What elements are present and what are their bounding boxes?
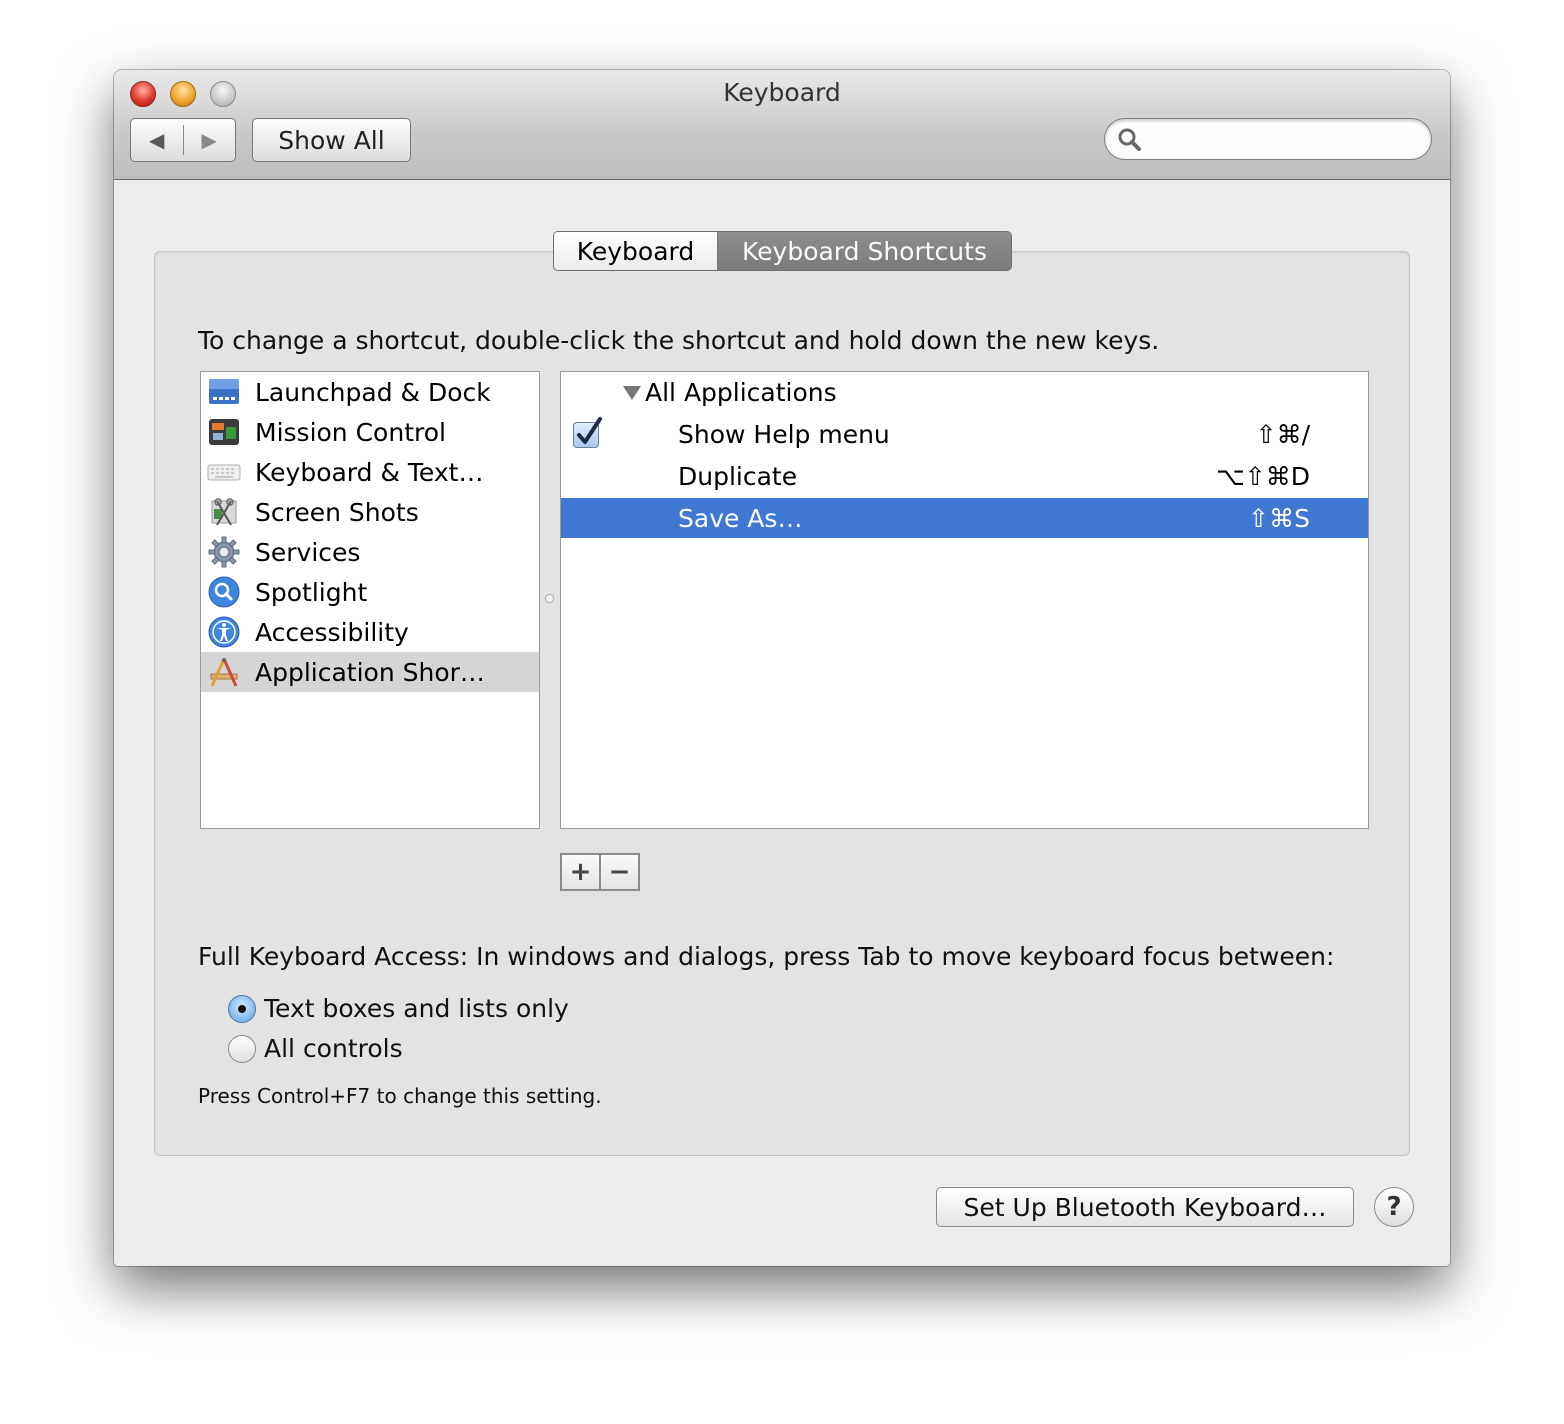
radio-label[interactable]: All controls xyxy=(264,1034,403,1063)
help-button[interactable]: ? xyxy=(1374,1187,1414,1227)
category-label: Mission Control xyxy=(255,417,446,447)
app-shortcuts-icon xyxy=(207,655,241,689)
accessibility-icon xyxy=(207,615,241,649)
radio-label[interactable]: Text boxes and lists only xyxy=(264,994,569,1023)
back-button[interactable]: ◀ xyxy=(131,119,183,161)
gear-icon xyxy=(207,535,241,569)
shortcut-row[interactable]: Duplicate ⌥⇧⌘D xyxy=(561,456,1368,496)
set-up-bluetooth-keyboard-button[interactable]: Set Up Bluetooth Keyboard… xyxy=(936,1187,1354,1227)
shortcut-keys[interactable]: ⇧⌘S xyxy=(1248,504,1310,533)
category-label: Keyboard & Text… xyxy=(255,457,484,487)
title-bar: Keyboard ◀ ▶ Show All xyxy=(114,70,1450,180)
shortcut-name: Show Help menu xyxy=(678,420,890,449)
category-item[interactable]: Keyboard & Text… xyxy=(201,452,539,492)
shortcut-keys[interactable]: ⌥⇧⌘D xyxy=(1216,462,1310,491)
radio-button[interactable] xyxy=(228,1034,256,1063)
shortcut-name: Duplicate xyxy=(678,462,798,491)
search-icon xyxy=(1118,128,1141,151)
keyboard-icon xyxy=(207,455,241,489)
tab-bar: Keyboard Keyboard Shortcuts xyxy=(553,231,1012,271)
group-label: All Applications xyxy=(645,378,837,407)
shortcut-name: Save As… xyxy=(678,504,803,533)
full-keyboard-access-label: Full Keyboard Access: In windows and dia… xyxy=(198,942,1335,971)
category-item[interactable]: Spotlight xyxy=(201,572,539,612)
forward-button[interactable]: ▶ xyxy=(184,119,236,161)
radio-all-controls[interactable]: All controls xyxy=(228,1034,403,1063)
tab-keyboard[interactable]: Keyboard xyxy=(554,232,718,270)
checkmark-icon xyxy=(577,417,602,444)
enable-checkbox[interactable] xyxy=(573,417,602,448)
category-label: Screen Shots xyxy=(255,497,419,527)
radio-button-selected[interactable] xyxy=(228,994,256,1023)
category-item[interactable]: Mission Control xyxy=(201,412,539,452)
disclosure-triangle-icon[interactable] xyxy=(623,386,641,400)
category-item[interactable]: Launchpad & Dock xyxy=(201,372,539,412)
mission-control-icon xyxy=(207,415,241,449)
shortcut-keys[interactable]: ⇧⌘/ xyxy=(1256,420,1310,449)
tab-keyboard-shortcuts[interactable]: Keyboard Shortcuts xyxy=(718,232,1011,270)
forward-icon: ▶ xyxy=(201,128,217,152)
shortcuts-list[interactable]: All Applications Show Help menu ⇧⌘/ Dupl… xyxy=(560,371,1369,829)
instructions-text: To change a shortcut, double-click the s… xyxy=(198,326,1160,355)
search-field[interactable] xyxy=(1104,118,1432,160)
search-input[interactable] xyxy=(1149,125,1423,153)
category-item[interactable]: Screen Shots xyxy=(201,492,539,532)
keyboard-preferences-window: Keyboard ◀ ▶ Show All Keyboard Keyboard … xyxy=(114,70,1450,1266)
show-all-button[interactable]: Show All xyxy=(252,118,411,162)
spotlight-icon xyxy=(207,575,241,609)
window-title: Keyboard xyxy=(723,78,841,107)
control-f7-hint: Press Control+F7 to change this setting. xyxy=(198,1084,602,1108)
add-remove-control: + − xyxy=(560,853,640,891)
category-item[interactable]: Services xyxy=(201,532,539,572)
shortcut-category-list[interactable]: Launchpad & Dock Mission Control Keyboar… xyxy=(200,371,540,829)
launchpad-dock-icon xyxy=(207,375,241,409)
screenshot-icon xyxy=(207,495,241,529)
category-label: Services xyxy=(255,537,361,567)
category-label: Accessibility xyxy=(255,617,409,647)
category-label: Spotlight xyxy=(255,577,368,607)
back-icon: ◀ xyxy=(149,128,165,152)
remove-shortcut-button[interactable]: − xyxy=(601,855,638,889)
back-forward-control: ◀ ▶ xyxy=(130,118,236,162)
add-shortcut-button[interactable]: + xyxy=(562,855,599,889)
category-item-selected[interactable]: Application Shor… xyxy=(201,652,539,692)
category-label: Launchpad & Dock xyxy=(255,377,491,407)
group-header-all-applications[interactable]: All Applications xyxy=(561,372,1368,412)
category-label: Application Shor… xyxy=(255,657,485,687)
split-view-handle[interactable] xyxy=(545,594,554,603)
shortcut-row[interactable]: Show Help menu ⇧⌘/ xyxy=(561,414,1368,454)
radio-text-boxes-lists[interactable]: Text boxes and lists only xyxy=(228,994,569,1023)
shortcut-row-selected[interactable]: Save As… ⇧⌘S xyxy=(561,498,1368,538)
category-item[interactable]: Accessibility xyxy=(201,612,539,652)
